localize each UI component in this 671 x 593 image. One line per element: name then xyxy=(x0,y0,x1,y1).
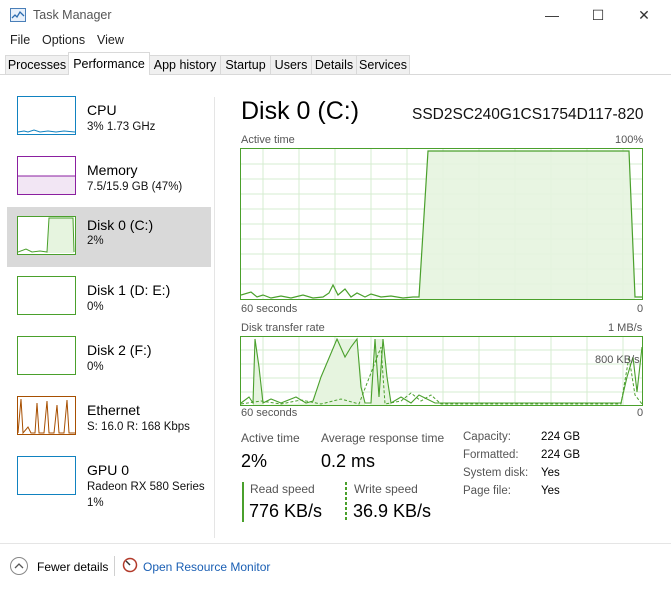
tab-startup[interactable]: Startup xyxy=(220,55,271,74)
menu-view[interactable]: View xyxy=(97,33,124,47)
menu-file[interactable]: File xyxy=(10,33,30,47)
page-file-label: Page file: xyxy=(463,485,511,497)
formatted-value: 224 GB xyxy=(541,449,580,461)
active-time-graph-max: 100% xyxy=(615,134,644,146)
memory-thumbnail-graph xyxy=(17,156,76,195)
active-time-graph-xlabel: 60 seconds xyxy=(241,303,298,315)
tab-performance[interactable]: Performance xyxy=(68,52,150,75)
sidebar-divider xyxy=(214,97,215,538)
device-model: SSD2SC240G1CS1754D117-820 xyxy=(412,106,644,123)
disk-2-thumbnail-graph xyxy=(17,336,76,375)
read-speed-indicator xyxy=(242,482,244,522)
system-disk-value: Yes xyxy=(541,467,560,479)
footer-divider xyxy=(0,543,671,544)
tab-app-history[interactable]: App history xyxy=(149,55,221,74)
footer-separator xyxy=(114,556,115,576)
tab-services[interactable]: Services xyxy=(356,55,410,74)
sidebar-item-name: Memory xyxy=(87,162,138,178)
close-button[interactable]: ✕ xyxy=(621,0,667,30)
chevron-up-icon[interactable] xyxy=(10,557,28,575)
active-time-graph-label: Active time xyxy=(241,134,295,146)
page-file-value: Yes xyxy=(541,485,560,497)
transfer-rate-graph-mid: 800 KB/s xyxy=(595,354,640,366)
menu-options[interactable]: Options xyxy=(42,33,85,47)
sidebar-item-name: CPU xyxy=(87,102,117,118)
tab-details[interactable]: Details xyxy=(311,55,357,74)
disk-1-thumbnail-graph xyxy=(17,276,76,315)
sidebar-item-detail: 0% xyxy=(87,301,104,313)
maximize-button[interactable]: ☐ xyxy=(575,0,621,30)
sidebar-item-detail: 0% xyxy=(87,361,104,373)
active-time-graph-min: 0 xyxy=(637,303,644,315)
avg-response-value: 0.2 ms xyxy=(321,451,376,471)
sidebar-item-name: Ethernet xyxy=(87,402,140,418)
open-resource-monitor-link[interactable]: Open Resource Monitor xyxy=(143,560,270,574)
active-time-value: 2% xyxy=(241,451,268,471)
sidebar-item-disk-0[interactable]: Disk 0 (C:) 2% xyxy=(7,207,211,267)
sidebar-item-memory[interactable]: Memory 7.5/15.9 GB (47%) xyxy=(7,151,211,211)
sidebar-item-detail-2: 1% xyxy=(87,497,104,509)
transfer-rate-graph-max: 1 MB/s xyxy=(608,322,643,334)
sidebar-item-cpu[interactable]: CPU 3% 1.73 GHz xyxy=(7,91,211,151)
sidebar-item-name: Disk 0 (C:) xyxy=(87,217,154,233)
write-speed-value: 36.9 KB/s xyxy=(353,501,432,521)
active-time-label: Active time xyxy=(241,431,300,445)
disk-0-thumbnail-graph xyxy=(17,216,76,255)
window-title: Task Manager xyxy=(33,8,112,22)
sidebar-item-disk-1[interactable]: Disk 1 (D: E:) 0% xyxy=(7,271,211,331)
active-time-graph xyxy=(240,148,643,300)
transfer-rate-graph-min: 0 xyxy=(637,407,644,419)
tab-processes[interactable]: Processes xyxy=(5,55,69,74)
system-disk-label: System disk: xyxy=(463,467,529,479)
transfer-rate-graph-label: Disk transfer rate xyxy=(241,322,325,334)
write-speed-label: Write speed xyxy=(354,482,418,496)
minimize-button[interactable]: — xyxy=(529,0,575,30)
sidebar-item-detail: S: 16.0 R: 168 Kbps xyxy=(87,421,190,433)
sidebar-item-detail: 3% 1.73 GHz xyxy=(87,121,156,133)
capacity-label: Capacity: xyxy=(463,431,511,443)
read-speed-value: 776 KB/s xyxy=(249,501,323,521)
task-manager-icon xyxy=(10,8,26,22)
sidebar-item-name: Disk 2 (F:) xyxy=(87,342,152,358)
sidebar-item-detail: Radeon RX 580 Series xyxy=(87,481,205,493)
sidebar-item-name: Disk 1 (D: E:) xyxy=(87,282,171,298)
transfer-rate-graph-xlabel: 60 seconds xyxy=(241,407,298,419)
cpu-thumbnail-graph xyxy=(17,96,76,135)
ethernet-thumbnail-graph xyxy=(17,396,76,435)
sidebar-item-detail: 2% xyxy=(87,235,104,247)
capacity-value: 224 GB xyxy=(541,431,580,443)
sidebar-item-name: GPU 0 xyxy=(87,462,130,478)
transfer-rate-graph xyxy=(240,336,643,406)
sidebar-item-disk-2[interactable]: Disk 2 (F:) 0% xyxy=(7,331,211,391)
sidebar-item-ethernet[interactable]: Ethernet S: 16.0 R: 168 Kbps xyxy=(7,391,211,451)
avg-response-label: Average response time xyxy=(321,431,445,445)
read-speed-label: Read speed xyxy=(250,482,315,496)
sidebar-item-detail: 7.5/15.9 GB (47%) xyxy=(87,181,183,193)
tab-users[interactable]: Users xyxy=(270,55,312,74)
resource-monitor-icon[interactable] xyxy=(122,557,138,573)
fewer-details-link[interactable]: Fewer details xyxy=(37,560,108,574)
device-title: Disk 0 (C:) xyxy=(241,97,360,125)
gpu-0-thumbnail-graph xyxy=(17,456,76,495)
formatted-label: Formatted: xyxy=(463,449,519,461)
write-speed-indicator xyxy=(345,482,347,522)
sidebar-item-gpu-0[interactable]: GPU 0 Radeon RX 580 Series 1% xyxy=(7,451,211,511)
